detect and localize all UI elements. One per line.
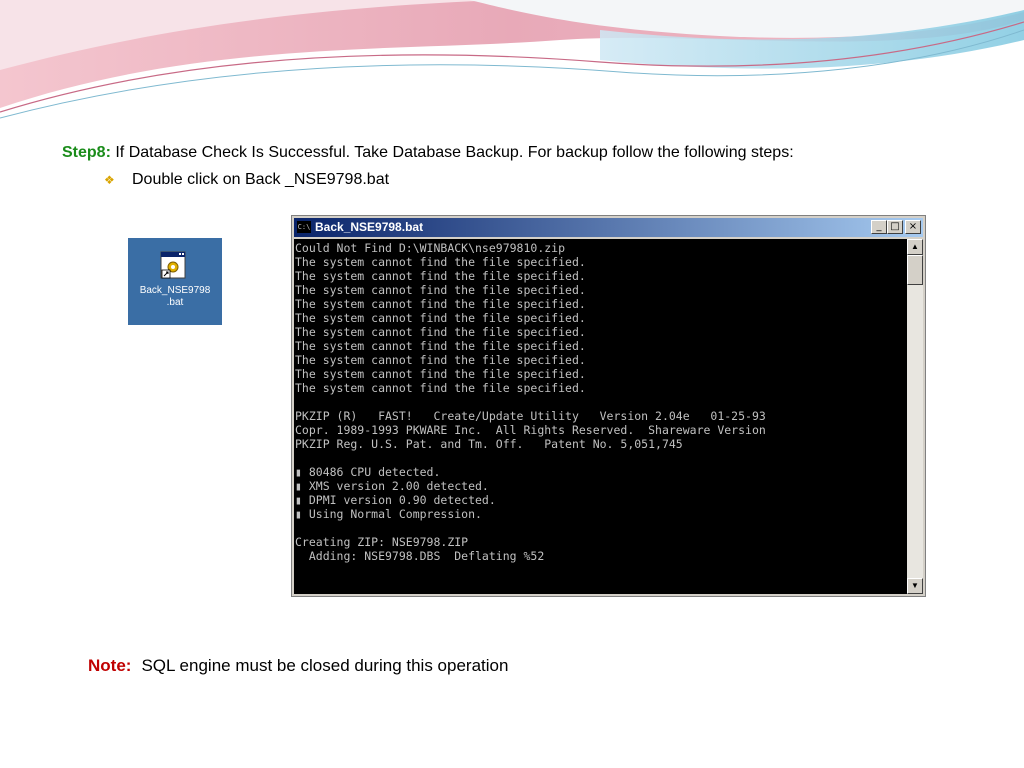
batch-file-label-line2: .bat <box>166 297 184 308</box>
vertical-scrollbar[interactable]: ▲ ▼ <box>907 239 923 594</box>
header-swoosh-decoration <box>0 0 1024 119</box>
scroll-down-button[interactable]: ▼ <box>907 578 923 594</box>
bullet-text: Double click on Back _NSE9798.bat <box>132 171 390 188</box>
note: Note: SQL engine must be closed during th… <box>88 656 508 676</box>
minimize-button[interactable]: _ <box>871 220 887 234</box>
batch-file-label-line1: Back_NSE9798 <box>139 285 211 296</box>
diamond-bullet-icon: ❖ <box>104 173 115 187</box>
cmd-window-title: Back_NSE9798.bat <box>315 220 424 234</box>
close-button[interactable]: × <box>905 220 921 234</box>
batch-file-icon <box>160 251 186 279</box>
cmd-window-icon[interactable]: C:\ <box>297 221 311 233</box>
scroll-up-button[interactable]: ▲ <box>907 239 923 255</box>
batch-file-label: Back_NSE9798 .bat <box>128 285 222 309</box>
bullet-item: ❖ Double click on Back _NSE9798.bat <box>104 171 389 189</box>
console-output-text: Could Not Find D:\WINBACK\nse979810.zip … <box>295 241 766 563</box>
cmd-window: C:\ Back_NSE9798.bat _ □ × Could Not Fin… <box>291 215 926 597</box>
cmd-titlebar[interactable]: C:\ Back_NSE9798.bat _ □ × <box>294 218 923 237</box>
maximize-button[interactable]: □ <box>887 220 903 234</box>
console-output-area[interactable]: Could Not Find D:\WINBACK\nse979810.zip … <box>294 239 910 594</box>
desktop-area: Back_NSE9798 .bat <box>128 238 222 325</box>
window-controls: _ □ × <box>871 220 921 234</box>
note-label: Note: <box>88 656 132 675</box>
step-instruction: Step8: If Database Check Is Successful. … <box>62 144 794 162</box>
step-text: If Database Check Is Successful. Take Da… <box>110 144 794 161</box>
note-text: SQL engine must be closed during this op… <box>141 656 509 675</box>
step-label: Step8: <box>62 144 111 161</box>
scroll-thumb[interactable] <box>907 255 923 285</box>
